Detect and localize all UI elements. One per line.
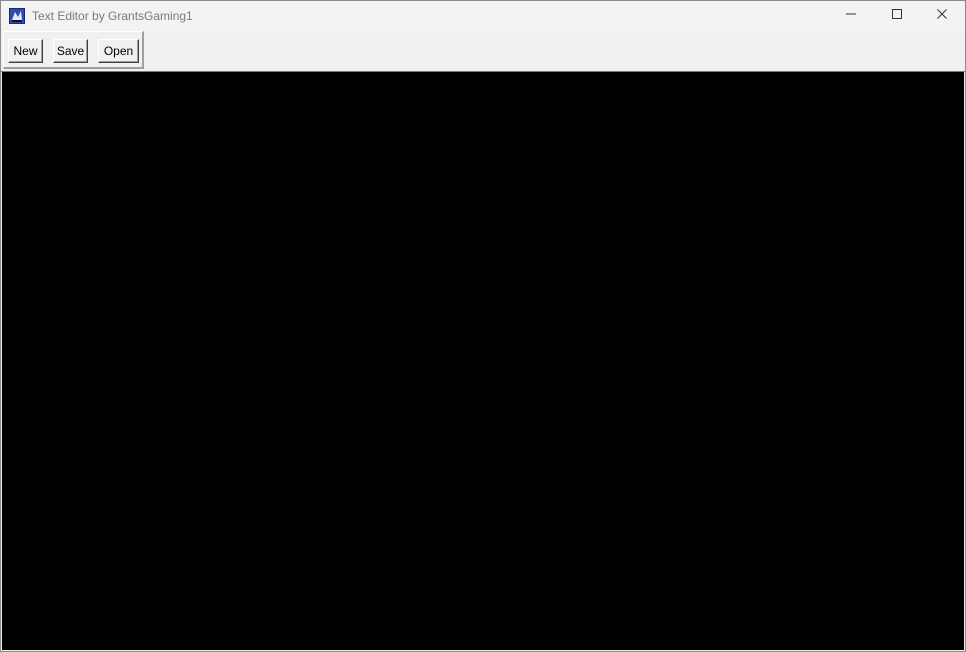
text-editor-area[interactable] — [2, 72, 964, 650]
app-window: Text Editor by GrantsGaming1 New Save Op… — [0, 0, 966, 652]
app-icon — [9, 8, 25, 24]
maximize-icon — [891, 7, 903, 25]
close-button[interactable] — [919, 1, 965, 31]
minimize-button[interactable] — [828, 1, 874, 31]
title-bar[interactable]: Text Editor by GrantsGaming1 — [1, 1, 965, 31]
new-button[interactable]: New — [8, 39, 43, 63]
window-title: Text Editor by GrantsGaming1 — [32, 9, 193, 23]
save-button[interactable]: Save — [53, 39, 88, 63]
close-icon — [936, 7, 948, 25]
toolbar: New Save Open — [1, 31, 965, 71]
open-button[interactable]: Open — [98, 39, 139, 63]
minimize-icon — [845, 7, 857, 25]
maximize-button[interactable] — [874, 1, 920, 31]
